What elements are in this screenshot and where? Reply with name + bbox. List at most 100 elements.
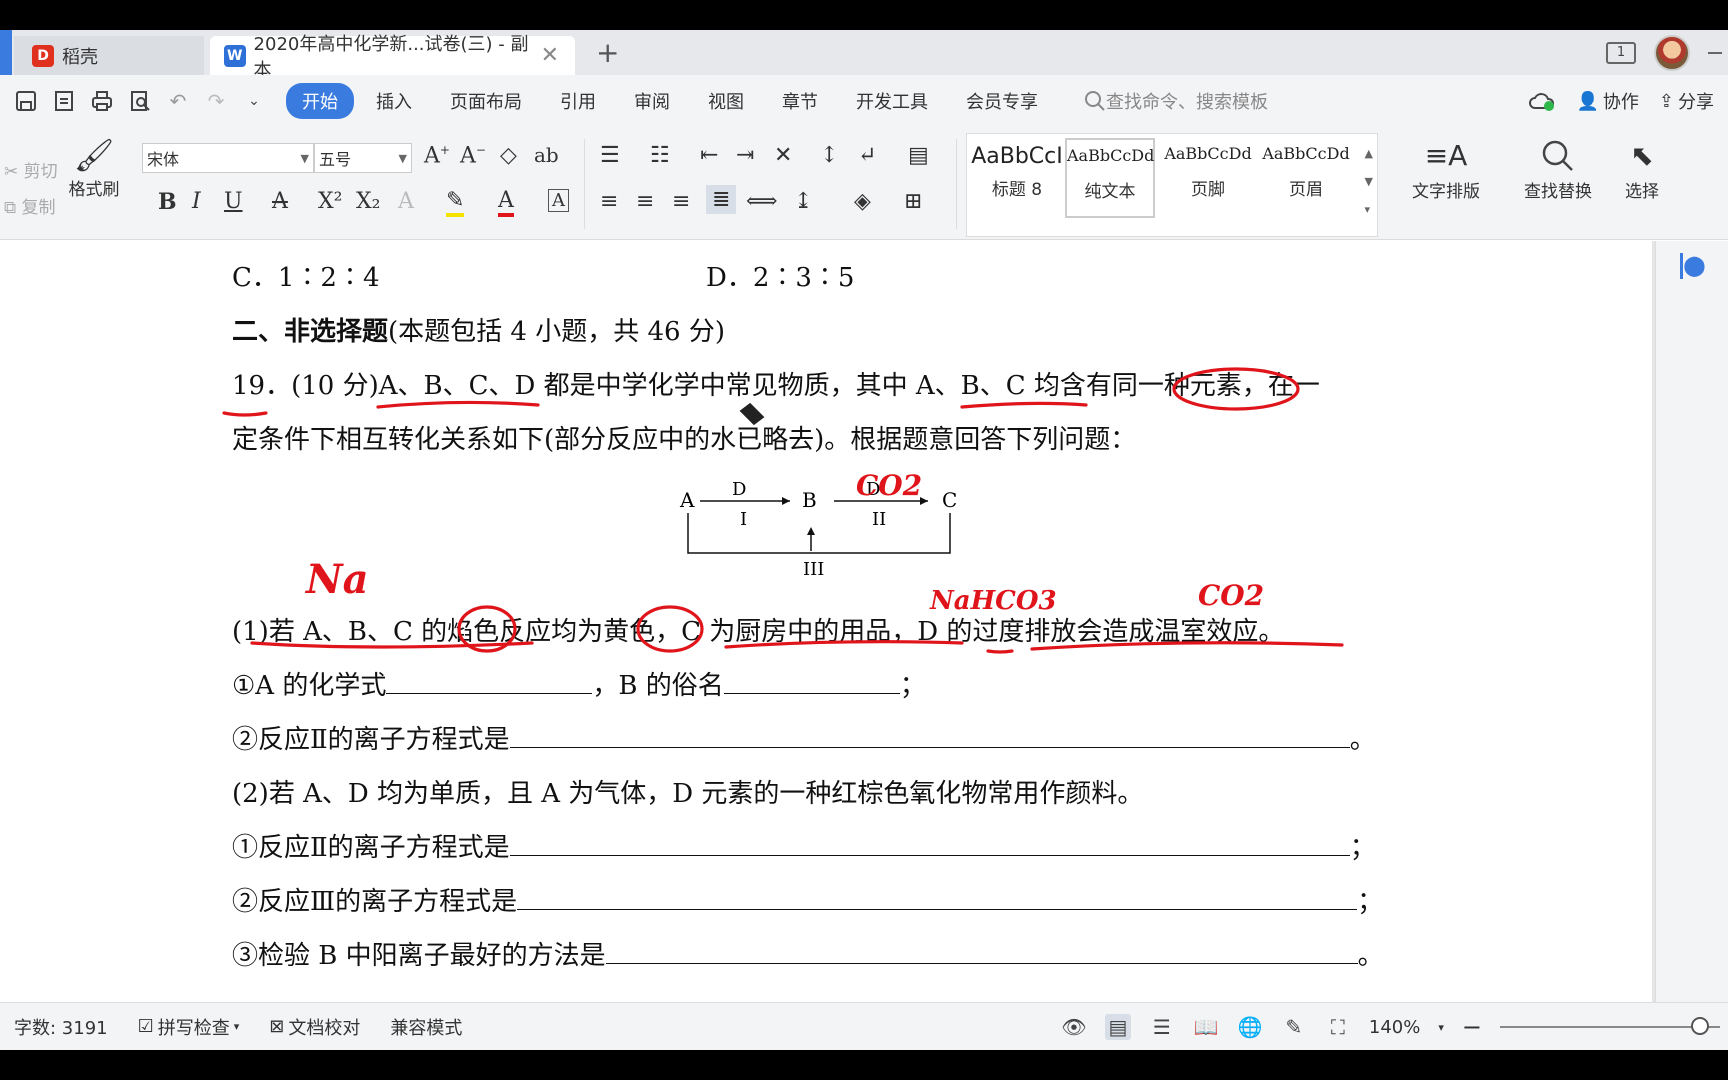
align-center-icon[interactable]: ≡ [636, 189, 654, 214]
minimize-icon[interactable] [1708, 51, 1722, 54]
new-tab-button[interactable]: + [596, 36, 619, 69]
page-view-icon[interactable]: ▤ [1104, 1014, 1131, 1040]
numbered-list-icon[interactable]: ☷ [650, 143, 670, 168]
redo-icon[interactable]: ↷ [204, 89, 228, 113]
align-right-icon[interactable]: ≡ [672, 189, 690, 214]
text-layout-button[interactable]: ≡A 文字排版 [1396, 135, 1496, 202]
tab-document[interactable]: W 2020年高中化学新...试卷(三) - 副本 ✕ [210, 34, 575, 81]
highlight-icon[interactable]: ✎ [446, 189, 465, 217]
write-mode-icon[interactable]: ✎ [1281, 1014, 1307, 1040]
increase-indent-icon[interactable]: ⇥ [736, 143, 754, 168]
justify-icon[interactable]: ≣ [706, 185, 737, 214]
char-border-icon[interactable]: A [548, 189, 569, 212]
borders-icon[interactable]: ⊞ [904, 189, 922, 214]
window-count-indicator[interactable]: 1 [1606, 41, 1636, 64]
underline-icon[interactable]: U [224, 189, 243, 214]
subscript-icon[interactable]: X₂ [356, 189, 380, 214]
search-icon [1085, 91, 1105, 111]
chevron-down-icon: ▾ [233, 1020, 240, 1033]
show-marks-icon[interactable]: ↵ [858, 143, 876, 168]
zoom-slider[interactable] [1500, 1017, 1720, 1035]
select-button[interactable]: ⬉ 选择 [1610, 135, 1674, 202]
menu-view[interactable]: 视图 [692, 82, 760, 120]
menu-member[interactable]: 会员专享 [950, 82, 1054, 120]
ink-underline-abcd [376, 400, 540, 409]
menu-page-layout[interactable]: 页面布局 [434, 82, 538, 120]
zoom-out-icon[interactable]: − [1462, 1013, 1482, 1041]
copy-button[interactable]: ⧉ 复制 [4, 193, 56, 218]
font-size-select[interactable]: 五号 ▼ [314, 143, 412, 173]
style-footer[interactable]: AaBbCcDd 页脚 [1163, 144, 1253, 200]
line-spacing-icon[interactable]: ↨ [794, 189, 812, 214]
word-count[interactable]: 字数: 3191 [14, 1014, 108, 1040]
align-left-icon[interactable]: ≡ [600, 189, 618, 214]
outline-view-icon[interactable]: ☰ [1149, 1014, 1175, 1040]
chinese-layout-icon[interactable]: ✕ [774, 143, 792, 168]
text-layout-label: 文字排版 [1412, 182, 1480, 202]
zoom-slider-thumb[interactable] [1691, 1017, 1710, 1035]
print-preview-icon[interactable] [128, 89, 152, 113]
shading-icon[interactable]: ◈ [854, 189, 871, 214]
proofread-button[interactable]: ⊠ 文档校对 [269, 1014, 360, 1040]
menu-insert[interactable]: 插入 [360, 82, 428, 120]
menu-home[interactable]: 开始 [286, 83, 354, 119]
format-painter-button[interactable]: 🖌 格式刷 [66, 135, 122, 200]
menu-developer[interactable]: 开发工具 [840, 82, 944, 120]
superscript-icon[interactable]: X² [318, 189, 342, 214]
close-tab-icon[interactable]: ✕ [541, 43, 559, 68]
avatar[interactable] [1654, 34, 1690, 71]
divider [956, 139, 957, 229]
font-name-select[interactable]: 宋体 ▼ [142, 143, 314, 173]
sort-icon[interactable]: ↕ [820, 143, 838, 168]
style-header[interactable]: AaBbCcDd 页眉 [1261, 144, 1351, 200]
cloud-sync-icon[interactable] [1528, 90, 1556, 112]
tab-daoke[interactable]: D 稻壳 [14, 36, 204, 75]
cut-button[interactable]: ✂ 剪切 [4, 157, 58, 182]
font-color-icon[interactable]: A [498, 189, 514, 217]
style-sample: AaBbCcDd [1164, 144, 1252, 163]
reading-view-icon[interactable]: 📖 [1193, 1014, 1219, 1040]
bold-icon[interactable]: B [158, 189, 177, 215]
document-canvas[interactable]: C．1∶2∶4 D．2∶3∶5 二、非选择题(本题包括 4 小题，共 46 分)… [0, 241, 1655, 1002]
undo-icon[interactable]: ↶ [166, 89, 190, 113]
decrease-indent-icon[interactable]: ⇤ [700, 143, 718, 168]
style-heading8[interactable]: AaBbCcI 标题 8 [969, 144, 1065, 200]
save-icon[interactable] [14, 89, 38, 113]
chevron-down-icon[interactable]: ▾ [1438, 1021, 1444, 1034]
clear-format-icon[interactable]: ◇ [500, 143, 517, 168]
select-label: 选择 [1625, 182, 1659, 202]
text-layout-icon: ≡A [1424, 139, 1468, 172]
grow-font-icon[interactable]: A+ [424, 143, 450, 168]
ink-na: Na [304, 556, 368, 603]
collab-button[interactable]: 👤 协作 [1576, 88, 1638, 114]
spell-check-button[interactable]: ☑ 拼写检查 ▾ [138, 1014, 240, 1040]
command-search[interactable]: 查找命令、搜索模板 [1084, 88, 1268, 114]
eye-protect-icon[interactable]: 👁 [1061, 1014, 1087, 1040]
web-view-icon[interactable]: 🌐 [1237, 1014, 1263, 1040]
distribute-icon[interactable]: ⟺ [746, 189, 778, 214]
menu-chapter[interactable]: 章节 [766, 82, 834, 120]
chevron-down-icon[interactable]: ⌄ [242, 89, 266, 113]
menu-references[interactable]: 引用 [544, 82, 612, 120]
titlebar-right: 1 [1606, 30, 1728, 75]
find-replace-button[interactable]: 查找替换 [1508, 135, 1608, 202]
bullet-list-icon[interactable]: ☰ [600, 143, 620, 168]
zoom-level[interactable]: 140% [1369, 1017, 1420, 1038]
shrink-font-icon[interactable]: A− [460, 143, 486, 168]
table-grid-icon[interactable]: ▤ [908, 143, 929, 168]
share-button[interactable]: ⇪ 分享 [1659, 88, 1714, 114]
text-effect-icon[interactable]: A [398, 189, 414, 214]
search-icon [1508, 135, 1608, 177]
style-scroll-icon[interactable]: ▲ ▼ ▾ [1365, 140, 1373, 224]
print-icon[interactable] [90, 89, 114, 113]
phonetic-guide-icon[interactable]: ab [534, 143, 559, 167]
fit-page-icon[interactable]: ⛶ [1325, 1014, 1351, 1040]
italic-icon[interactable]: I [192, 189, 201, 214]
export-pdf-icon[interactable] [52, 89, 76, 113]
location-pin-icon[interactable]: ⬤ [1680, 253, 1706, 279]
checkbox-icon: ☑ [137, 1016, 154, 1037]
strikethrough-icon[interactable]: A [272, 189, 288, 214]
menu-review[interactable]: 审阅 [618, 82, 686, 120]
style-plain-text[interactable]: AaBbCcDd 纯文本 [1065, 138, 1155, 218]
ink-underline-kitchen [724, 640, 964, 649]
